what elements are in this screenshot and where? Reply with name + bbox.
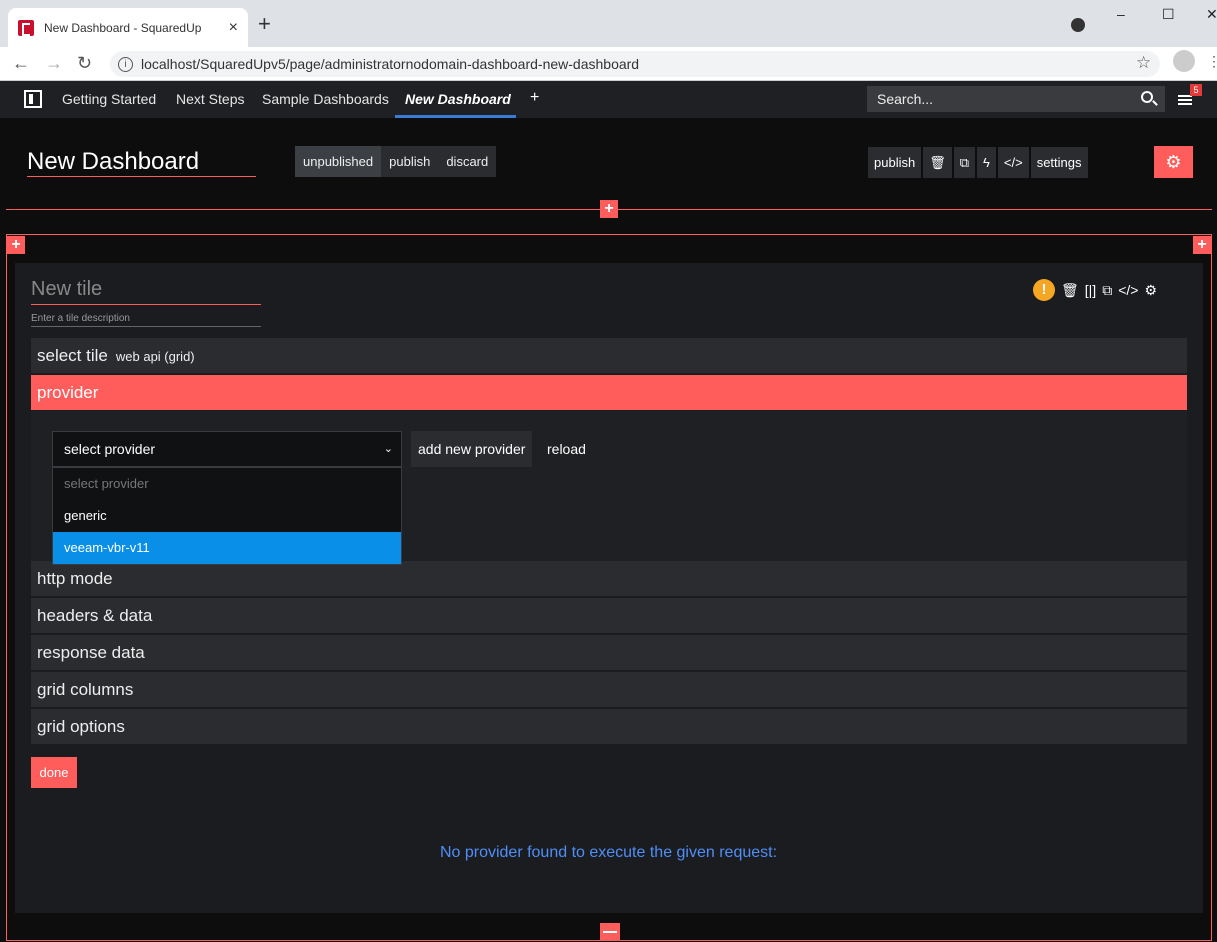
tile-resize-icon[interactable]: [|]	[1085, 282, 1096, 298]
section-provider-label: provider	[37, 383, 99, 402]
copy-icon[interactable]: ⧉	[953, 147, 976, 178]
add-section-button[interactable]: +	[600, 200, 618, 218]
squaredup-logo-icon[interactable]	[24, 90, 42, 108]
section-grid-columns-label: grid columns	[37, 680, 134, 699]
section-http-mode[interactable]: http mode	[31, 561, 1187, 597]
tile-title-input[interactable]: New tile	[31, 278, 102, 301]
browser-menu-icon[interactable]: ⋮	[1207, 53, 1217, 70]
row-border-left	[6, 234, 7, 940]
provider-dropdown-list: select provider generic veeam-vbr-v11	[52, 467, 402, 565]
profile-avatar-icon[interactable]	[1173, 50, 1195, 72]
code-icon[interactable]: </>	[997, 147, 1029, 178]
tile-description-underline	[31, 326, 261, 327]
close-window-button[interactable]: ✕	[1206, 6, 1217, 23]
browser-tab[interactable]: New Dashboard - SquaredUp ×	[8, 8, 248, 47]
gear-icon[interactable]: ⚙	[1154, 146, 1193, 178]
search-placeholder: Search...	[877, 91, 934, 107]
dashboard-toolbar: publish 🗑 ⧉ ϟ </> settings	[868, 147, 1088, 178]
tile-description-input[interactable]: Enter a tile description	[31, 313, 130, 324]
section-headers-data[interactable]: headers & data	[31, 598, 1187, 634]
settings-button[interactable]: settings	[1030, 147, 1088, 178]
url-input[interactable]: i localhost/SquaredUpv5/page/administrat…	[110, 51, 1160, 77]
title-underline	[27, 176, 256, 177]
minimize-button[interactable]: –	[1117, 6, 1125, 22]
browser-extension-icon[interactable]	[1071, 18, 1085, 32]
dropdown-option-veeam-vbr-v11[interactable]: veeam-vbr-v11	[53, 532, 401, 564]
add-new-provider-button[interactable]: add new provider	[411, 431, 533, 467]
add-tile-left-button[interactable]: +	[7, 236, 25, 254]
nav-item-sample-dashboards[interactable]: Sample Dashboards	[262, 91, 389, 107]
section-grid-options[interactable]: grid options	[31, 709, 1187, 745]
tile-code-icon[interactable]: </>	[1118, 282, 1138, 298]
dropdown-option-generic[interactable]: generic	[53, 500, 401, 532]
tile-toolbar: ! 🗑 [|] ⧉ </> ⚙	[1033, 279, 1157, 301]
browser-address-bar: ← → ↻ i localhost/SquaredUpv5/page/admin…	[0, 47, 1217, 81]
discard-button[interactable]: discard	[438, 146, 497, 177]
browser-tabstrip: New Dashboard - SquaredUp × + – ☐ ✕	[0, 0, 1217, 47]
bookmark-star-icon[interactable]: ☆	[1136, 53, 1151, 73]
tab-close-icon[interactable]: ×	[229, 19, 238, 37]
tile-delete-icon[interactable]: 🗑	[1061, 282, 1079, 299]
section-grid-columns[interactable]: grid columns	[31, 672, 1187, 708]
section-grid-options-label: grid options	[37, 717, 125, 736]
active-nav-indicator	[395, 115, 516, 118]
new-tab-button[interactable]: +	[258, 12, 271, 36]
section-provider[interactable]: provider	[31, 375, 1187, 411]
reload-button[interactable]: reload	[547, 441, 586, 457]
tile-copy-icon[interactable]: ⧉	[1102, 282, 1112, 299]
nav-item-getting-started[interactable]: Getting Started	[62, 91, 156, 107]
row-border-top	[6, 234, 1212, 235]
maximize-button[interactable]: ☐	[1162, 6, 1175, 23]
section-response-data-label: response data	[37, 643, 145, 662]
section-select-tile[interactable]: select tile web api (grid)	[31, 338, 1187, 374]
selected-tile-type: web api (grid)	[115, 349, 195, 364]
app-navbar: Getting Started Next Steps Sample Dashbo…	[0, 81, 1217, 118]
site-info-icon[interactable]: i	[118, 56, 133, 72]
chevron-down-icon: ⌄	[383, 443, 393, 455]
search-icon[interactable]	[1141, 91, 1153, 103]
back-arrow-icon[interactable]: ←	[12, 53, 30, 74]
nav-item-new-dashboard[interactable]: New Dashboard	[405, 91, 511, 107]
tab-title: New Dashboard - SquaredUp	[44, 20, 202, 35]
publish-button[interactable]: publish	[381, 146, 439, 177]
url-text: localhost/SquaredUpv5/page/administrator…	[141, 56, 640, 72]
row-resize-handle-icon[interactable]	[600, 923, 620, 941]
delete-icon[interactable]: 🗑	[923, 147, 952, 178]
section-http-mode-label: http mode	[37, 569, 113, 588]
done-button[interactable]: done	[31, 757, 77, 788]
forward-arrow-icon[interactable]: →	[45, 53, 63, 74]
search-input[interactable]: Search...	[867, 86, 1165, 112]
add-page-button[interactable]: +	[530, 89, 539, 107]
provider-select[interactable]: select provider ⌄	[52, 431, 402, 467]
notification-badge: 5	[1190, 84, 1202, 96]
tile-title-underline	[31, 304, 261, 305]
hamburger-menu-icon[interactable]	[1178, 95, 1192, 105]
dropdown-option-placeholder[interactable]: select provider	[53, 468, 401, 500]
tile-gear-icon[interactable]: ⚙	[1144, 282, 1157, 299]
publish-status-group: unpublished publish discard	[295, 146, 497, 177]
error-message: No provider found to execute the given r…	[439, 844, 778, 861]
row-border-right	[1211, 234, 1212, 940]
nav-item-next-steps[interactable]: Next Steps	[176, 91, 244, 107]
provider-select-value: select provider	[64, 441, 156, 457]
add-tile-right-button[interactable]: +	[1193, 236, 1211, 254]
section-select-tile-label: select tile	[37, 346, 108, 365]
reload-page-icon[interactable]: ↻	[77, 53, 92, 74]
section-response-data[interactable]: response data	[31, 635, 1187, 671]
unpublished-status: unpublished	[295, 146, 382, 177]
toolbar-publish-button[interactable]: publish	[868, 147, 922, 178]
lightning-icon[interactable]: ϟ	[977, 147, 996, 178]
dashboard-title[interactable]: New Dashboard	[27, 148, 199, 176]
section-headers-data-label: headers & data	[37, 606, 153, 625]
warning-icon[interactable]: !	[1033, 279, 1055, 301]
squaredup-favicon-icon	[18, 19, 34, 36]
